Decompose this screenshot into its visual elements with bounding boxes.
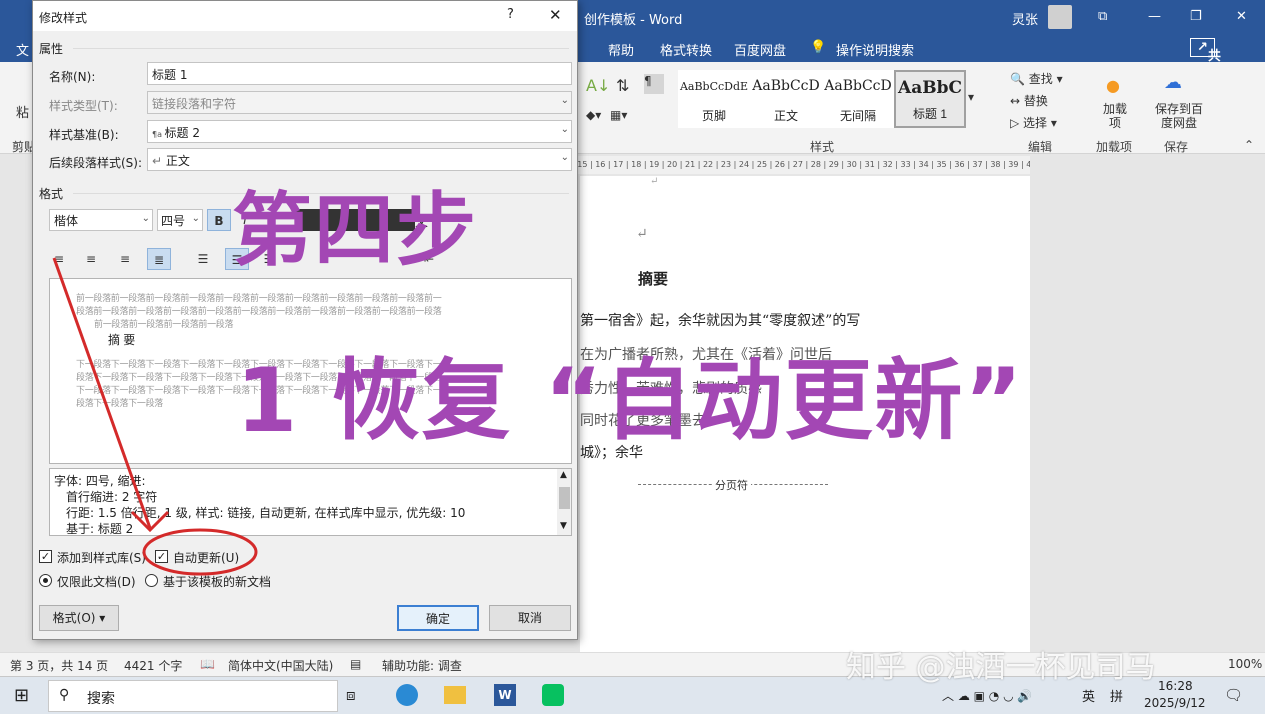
watermark-text: 知乎 @浊酒一杯见司马	[846, 650, 1156, 685]
annotation-circle	[142, 528, 258, 576]
overlay-instruction-text: 1 恢复 “自动更新”	[236, 349, 1025, 452]
annotation-arrow-line	[52, 257, 152, 529]
overlay-step-text: 第四步	[232, 184, 478, 277]
